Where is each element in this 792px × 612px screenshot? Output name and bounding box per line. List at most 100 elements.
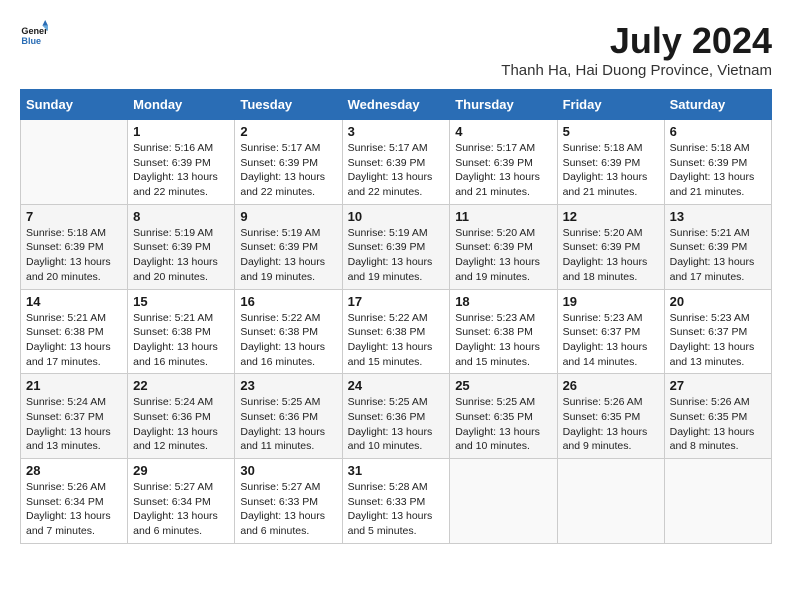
day-header-sunday: Sunday (21, 90, 128, 120)
calendar-cell (557, 459, 664, 544)
calendar-cell: 13Sunrise: 5:21 AM Sunset: 6:39 PM Dayli… (664, 204, 771, 289)
svg-text:Blue: Blue (21, 36, 41, 46)
calendar-cell (21, 120, 128, 205)
calendar-cell: 16Sunrise: 5:22 AM Sunset: 6:38 PM Dayli… (235, 289, 342, 374)
calendar-cell: 29 Sunrise: 5:27 AM Sunset: 6:34 PM Dayli… (128, 459, 235, 544)
day-detail: Sunrise: 5:18 AM Sunset: 6:39 PM Dayligh… (670, 141, 766, 200)
day-detail: Sunrise: 5:16 AM Sunset: 6:39 PM Dayligh… (133, 141, 229, 200)
day-number: 14 (26, 294, 122, 309)
calendar-week-row: 28 Sunrise: 5:26 AM Sunset: 6:34 PM Dayli… (21, 459, 772, 544)
calendar-table: SundayMondayTuesdayWednesdayThursdayFrid… (20, 89, 772, 544)
calendar-cell: 21 Sunrise: 5:24 AM Sunset: 6:37 PM Dayli… (21, 374, 128, 459)
day-number: 7 (26, 209, 122, 224)
calendar-cell: 14Sunrise: 5:21 AM Sunset: 6:38 PM Dayli… (21, 289, 128, 374)
calendar-cell: 3 Sunrise: 5:17 AM Sunset: 6:39 PM Daylig… (342, 120, 450, 205)
calendar-cell: 30 Sunrise: 5:27 AM Sunset: 6:33 PM Dayli… (235, 459, 342, 544)
day-header-wednesday: Wednesday (342, 90, 450, 120)
day-number: 11 (455, 209, 551, 224)
calendar-cell: 28 Sunrise: 5:26 AM Sunset: 6:34 PM Dayli… (21, 459, 128, 544)
calendar-cell: 23Sunrise: 5:25 AM Sunset: 6:36 PM Dayli… (235, 374, 342, 459)
calendar-cell: 9Sunrise: 5:19 AM Sunset: 6:39 PM Daylig… (235, 204, 342, 289)
calendar-cell (664, 459, 771, 544)
day-detail: Sunrise: 5:19 AM Sunset: 6:39 PM Dayligh… (348, 226, 445, 285)
calendar-cell: 4Sunrise: 5:17 AM Sunset: 6:39 PM Daylig… (450, 120, 557, 205)
day-detail: Sunrise: 5:21 AM Sunset: 6:38 PM Dayligh… (133, 311, 229, 370)
day-detail: Sunrise: 5:17 AM Sunset: 6:39 PM Dayligh… (455, 141, 551, 200)
day-detail: Sunrise: 5:23 AM Sunset: 6:37 PM Dayligh… (670, 311, 766, 370)
day-number: 1 (133, 124, 229, 139)
day-detail: Sunrise: 5:17 AM Sunset: 6:39 PM Dayligh… (348, 141, 445, 200)
calendar-cell: 26Sunrise: 5:26 AM Sunset: 6:35 PM Dayli… (557, 374, 664, 459)
calendar-week-row: 21 Sunrise: 5:24 AM Sunset: 6:37 PM Dayli… (21, 374, 772, 459)
day-number: 28 (26, 463, 122, 478)
day-number: 8 (133, 209, 229, 224)
day-detail: Sunrise: 5:23 AM Sunset: 6:37 PM Dayligh… (563, 311, 659, 370)
header: General Blue July 2024 Thanh Ha, Hai Duo… (20, 20, 772, 79)
day-number: 6 (670, 124, 766, 139)
day-detail: Sunrise: 5:28 AM Sunset: 6:33 PM Dayligh… (348, 480, 445, 539)
title-area: July 2024 Thanh Ha, Hai Duong Province, … (501, 20, 772, 79)
calendar-cell: 25 Sunrise: 5:25 AM Sunset: 6:35 PM Dayli… (450, 374, 557, 459)
calendar-cell: 11 Sunrise: 5:20 AM Sunset: 6:39 PM Dayli… (450, 204, 557, 289)
logo: General Blue (20, 20, 48, 48)
day-header-monday: Monday (128, 90, 235, 120)
calendar-cell: 10Sunrise: 5:19 AM Sunset: 6:39 PM Dayli… (342, 204, 450, 289)
day-header-thursday: Thursday (450, 90, 557, 120)
calendar-cell: 27Sunrise: 5:26 AM Sunset: 6:35 PM Dayli… (664, 374, 771, 459)
day-detail: Sunrise: 5:25 AM Sunset: 6:36 PM Dayligh… (240, 395, 336, 454)
day-number: 17 (348, 294, 445, 309)
calendar-cell: 5Sunrise: 5:18 AM Sunset: 6:39 PM Daylig… (557, 120, 664, 205)
day-number: 21 (26, 378, 122, 393)
logo-icon: General Blue (20, 20, 48, 48)
calendar-cell: 1 Sunrise: 5:16 AM Sunset: 6:39 PM Daylig… (128, 120, 235, 205)
day-detail: Sunrise: 5:20 AM Sunset: 6:39 PM Dayligh… (455, 226, 551, 285)
day-number: 25 (455, 378, 551, 393)
day-detail: Sunrise: 5:20 AM Sunset: 6:39 PM Dayligh… (563, 226, 659, 285)
day-detail: Sunrise: 5:26 AM Sunset: 6:34 PM Dayligh… (26, 480, 122, 539)
day-number: 20 (670, 294, 766, 309)
day-number: 13 (670, 209, 766, 224)
day-number: 5 (563, 124, 659, 139)
day-detail: Sunrise: 5:27 AM Sunset: 6:34 PM Dayligh… (133, 480, 229, 539)
calendar-cell: 7Sunrise: 5:18 AM Sunset: 6:39 PM Daylig… (21, 204, 128, 289)
day-detail: Sunrise: 5:22 AM Sunset: 6:38 PM Dayligh… (348, 311, 445, 370)
day-detail: Sunrise: 5:23 AM Sunset: 6:38 PM Dayligh… (455, 311, 551, 370)
day-number: 15 (133, 294, 229, 309)
day-detail: Sunrise: 5:27 AM Sunset: 6:33 PM Dayligh… (240, 480, 336, 539)
calendar-cell: 12 Sunrise: 5:20 AM Sunset: 6:39 PM Dayli… (557, 204, 664, 289)
day-header-tuesday: Tuesday (235, 90, 342, 120)
day-header-saturday: Saturday (664, 90, 771, 120)
calendar-cell: 17 Sunrise: 5:22 AM Sunset: 6:38 PM Dayli… (342, 289, 450, 374)
day-number: 29 (133, 463, 229, 478)
day-header-friday: Friday (557, 90, 664, 120)
calendar-cell (450, 459, 557, 544)
day-number: 12 (563, 209, 659, 224)
day-detail: Sunrise: 5:25 AM Sunset: 6:35 PM Dayligh… (455, 395, 551, 454)
day-detail: Sunrise: 5:17 AM Sunset: 6:39 PM Dayligh… (240, 141, 336, 200)
day-number: 3 (348, 124, 445, 139)
day-detail: Sunrise: 5:25 AM Sunset: 6:36 PM Dayligh… (348, 395, 445, 454)
calendar-cell: 2 Sunrise: 5:17 AM Sunset: 6:39 PM Daylig… (235, 120, 342, 205)
calendar-cell: 24 Sunrise: 5:25 AM Sunset: 6:36 PM Dayli… (342, 374, 450, 459)
day-detail: Sunrise: 5:24 AM Sunset: 6:36 PM Dayligh… (133, 395, 229, 454)
calendar-cell: 15 Sunrise: 5:21 AM Sunset: 6:38 PM Dayli… (128, 289, 235, 374)
day-number: 16 (240, 294, 336, 309)
day-number: 31 (348, 463, 445, 478)
calendar-cell: 18Sunrise: 5:23 AM Sunset: 6:38 PM Dayli… (450, 289, 557, 374)
svg-text:General: General (21, 26, 48, 36)
calendar-header-row: SundayMondayTuesdayWednesdayThursdayFrid… (21, 90, 772, 120)
calendar-week-row: 7Sunrise: 5:18 AM Sunset: 6:39 PM Daylig… (21, 204, 772, 289)
calendar-week-row: 1 Sunrise: 5:16 AM Sunset: 6:39 PM Daylig… (21, 120, 772, 205)
day-detail: Sunrise: 5:19 AM Sunset: 6:39 PM Dayligh… (240, 226, 336, 285)
day-number: 30 (240, 463, 336, 478)
day-number: 19 (563, 294, 659, 309)
day-detail: Sunrise: 5:26 AM Sunset: 6:35 PM Dayligh… (670, 395, 766, 454)
calendar-cell: 8Sunrise: 5:19 AM Sunset: 6:39 PM Daylig… (128, 204, 235, 289)
location-subtitle: Thanh Ha, Hai Duong Province, Vietnam (501, 62, 772, 79)
day-number: 24 (348, 378, 445, 393)
day-detail: Sunrise: 5:24 AM Sunset: 6:37 PM Dayligh… (26, 395, 122, 454)
day-number: 2 (240, 124, 336, 139)
day-number: 26 (563, 378, 659, 393)
calendar-week-row: 14 Sunrise: 5:21 AM Sunset: 6:38 PM Dayli… (21, 289, 772, 374)
calendar-cell: 6 Sunrise: 5:18 AM Sunset: 6:39 PM Daylig… (664, 120, 771, 205)
